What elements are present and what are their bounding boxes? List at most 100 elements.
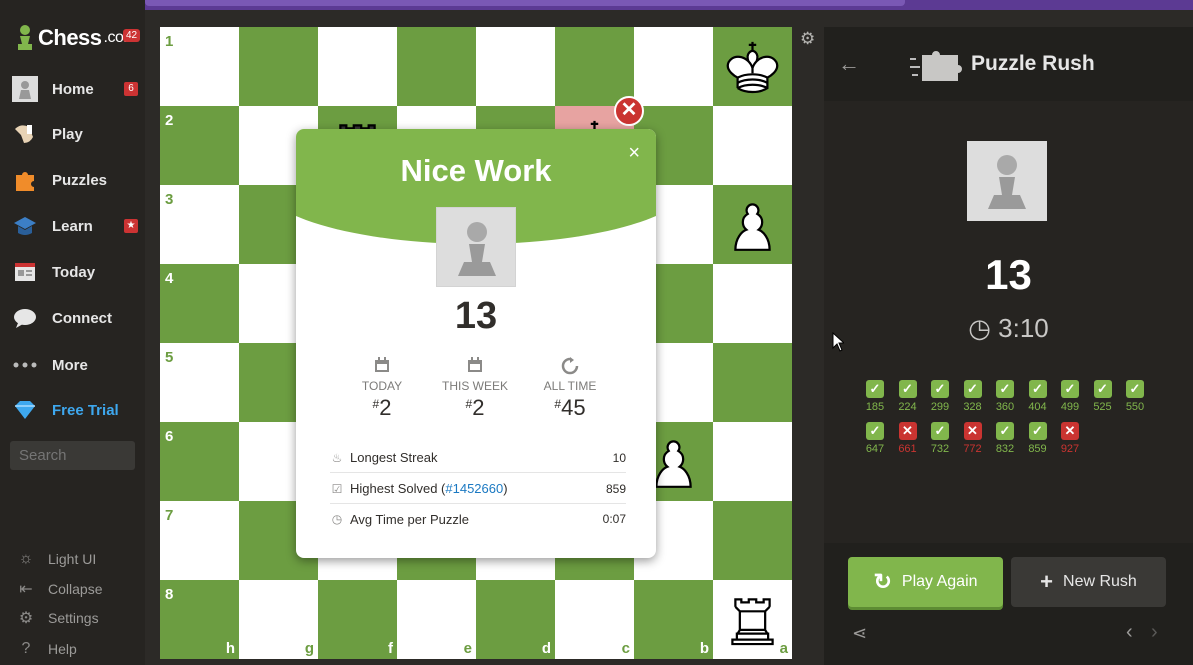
home-badge: 6 — [124, 82, 138, 96]
share-icon[interactable]: ⋖ — [852, 623, 867, 644]
sidebar-item-more[interactable]: More — [0, 345, 145, 385]
attempt-item[interactable]: ✓ 647 — [860, 422, 890, 455]
board-square[interactable] — [713, 264, 792, 343]
check-icon: ✓ — [866, 380, 884, 398]
board-square[interactable] — [318, 27, 397, 106]
board-square[interactable] — [555, 27, 634, 106]
search-input[interactable] — [10, 441, 135, 470]
board-square[interactable]: 8h — [160, 580, 239, 659]
chevron-right-icon[interactable]: › — [1151, 621, 1158, 644]
board-square[interactable] — [713, 27, 792, 106]
notification-badge[interactable]: 42 — [123, 29, 141, 42]
back-arrow-icon[interactable]: ← — [838, 53, 860, 75]
attempt-item[interactable]: ✕ 661 — [893, 422, 923, 455]
sidebar-item-play[interactable]: Play — [0, 114, 145, 154]
board-square[interactable] — [713, 343, 792, 422]
learn-badge: ★ — [124, 219, 138, 233]
avatar — [436, 207, 516, 287]
board-square[interactable]: 3 — [160, 185, 239, 264]
board-square[interactable]: g — [239, 580, 318, 659]
clock-icon: ◷ — [331, 512, 343, 526]
sidebar-item-puzzles[interactable]: Puzzles — [0, 160, 145, 200]
board-square[interactable]: b — [634, 580, 713, 659]
modal-close-button[interactable]: × — [628, 143, 640, 163]
board-square[interactable]: 4 — [160, 264, 239, 343]
board-square[interactable]: 6 — [160, 422, 239, 501]
attempt-item[interactable]: ✓ 499 — [1055, 380, 1085, 413]
attempt-item[interactable]: ✕ 927 — [1055, 422, 1085, 455]
board-square[interactable] — [713, 501, 792, 580]
settings-label: Settings — [48, 610, 99, 626]
rank-label: 1 — [165, 33, 174, 50]
new-rush-button[interactable]: + New Rush — [1011, 557, 1166, 607]
sidebar-item-learn[interactable]: Learn ★ — [0, 206, 145, 246]
attempt-item[interactable]: ✓ 360 — [990, 380, 1020, 413]
attempt-item[interactable]: ✓ 832 — [990, 422, 1020, 455]
file-label: e — [463, 640, 472, 657]
top-progress-fill — [145, 0, 905, 6]
home-avatar-icon — [11, 75, 39, 103]
longest-streak-row: ♨ Longest Streak 10 — [330, 443, 626, 473]
cross-icon: ✕ — [1061, 422, 1079, 440]
board-square[interactable] — [239, 27, 318, 106]
board-square[interactable]: e — [397, 580, 476, 659]
attempt-rating: 404 — [1028, 401, 1047, 413]
sidebar-item-today[interactable]: Today — [0, 252, 145, 292]
check-icon: ✓ — [1028, 422, 1047, 440]
attempt-item[interactable]: ✓ 328 — [958, 380, 988, 413]
check-icon: ✓ — [931, 422, 949, 440]
sidebar-item-label: Today — [52, 263, 96, 281]
play-again-button[interactable]: ↻ Play Again — [848, 557, 1003, 607]
sidebar-item-free-trial[interactable]: Free Trial — [0, 390, 145, 430]
file-label: h — [225, 640, 235, 657]
board-square[interactable]: 5 — [160, 343, 239, 422]
board-settings-gear-icon[interactable]: ⚙ — [800, 30, 816, 47]
chevron-left-icon[interactable]: ‹ — [1126, 621, 1133, 644]
attempt-rating: 360 — [995, 401, 1015, 413]
board-square[interactable]: 7 — [160, 501, 239, 580]
board-square[interactable] — [713, 422, 792, 501]
stat-value: 2 — [379, 395, 392, 420]
row-label-end: ) — [503, 481, 508, 496]
help-link[interactable]: ? Help — [0, 637, 145, 661]
board-square[interactable] — [713, 106, 792, 185]
row-value: 859 — [605, 481, 626, 496]
puzzle-link[interactable]: #1452660 — [445, 481, 503, 496]
attempt-rating: 499 — [1060, 401, 1080, 413]
attempt-item[interactable]: ✓ 525 — [1088, 380, 1118, 413]
board-square[interactable] — [713, 185, 792, 264]
attempt-rating: 772 — [963, 443, 982, 455]
board-square[interactable]: f — [318, 580, 397, 659]
white-king-icon — [726, 41, 779, 94]
file-label: c — [621, 640, 630, 657]
attempt-item[interactable]: ✓ 404 — [1023, 380, 1053, 413]
attempt-item[interactable]: ✓ 224 — [893, 380, 923, 413]
newspaper-icon — [11, 258, 39, 286]
stat-prefix: # — [372, 397, 380, 411]
board-square[interactable]: 2 — [160, 106, 239, 185]
board-square[interactable]: a — [713, 580, 792, 659]
chess-logo[interactable]: Chess .com — [14, 24, 137, 52]
board-square[interactable]: d — [476, 580, 555, 659]
sidebar-item-home[interactable]: Home 6 — [0, 69, 145, 109]
attempt-item[interactable]: ✓ 550 — [1120, 380, 1150, 413]
attempt-item[interactable]: ✕ 772 — [958, 422, 988, 455]
attempt-item[interactable]: ✓ 732 — [925, 422, 955, 455]
attempt-item[interactable]: ✓ 299 — [925, 380, 955, 413]
attempt-item[interactable]: ✓ 185 — [860, 380, 890, 413]
attempt-item[interactable]: ✓ 859 — [1023, 422, 1053, 455]
row-value: 10 — [612, 450, 626, 465]
collapse-button[interactable]: ⇤ Collapse — [0, 577, 145, 601]
light-ui-toggle[interactable]: ☼ Light UI — [0, 547, 145, 571]
board-square[interactable]: 1 — [160, 27, 239, 106]
settings-link[interactable]: ⚙ Settings — [0, 606, 145, 630]
rush-score: 13 — [985, 251, 1032, 298]
rank-label: 8 — [165, 586, 174, 603]
sidebar-item-connect[interactable]: Connect — [0, 298, 145, 338]
board-square[interactable] — [397, 27, 476, 106]
row-label: Avg Time per Puzzle — [350, 511, 469, 527]
mouse-cursor-icon — [832, 332, 844, 352]
board-square[interactable] — [476, 27, 555, 106]
board-square[interactable] — [634, 27, 713, 106]
board-square[interactable]: c — [555, 580, 634, 659]
